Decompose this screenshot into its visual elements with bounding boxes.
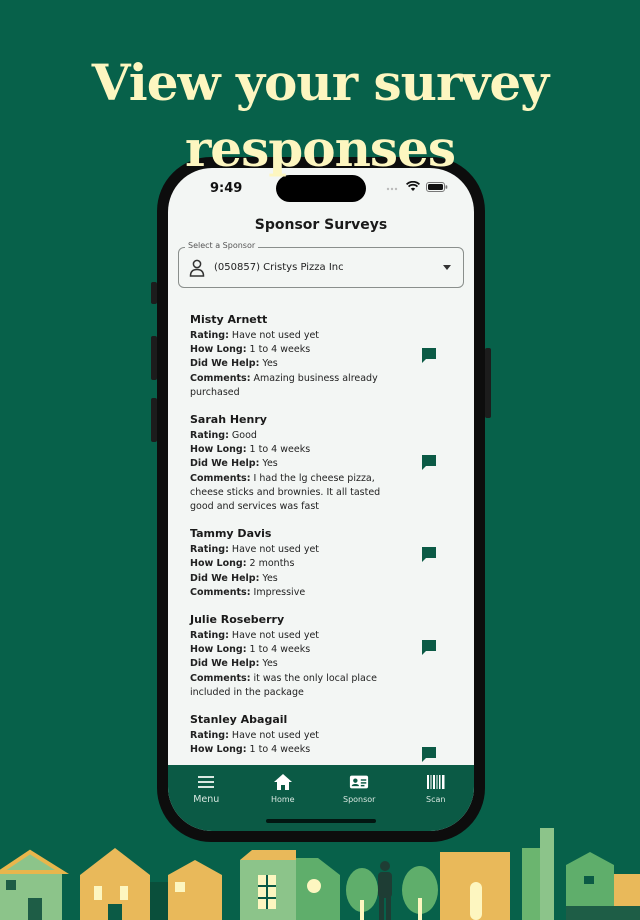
how-long-line: How Long: 1 to 4 weeks xyxy=(190,743,390,757)
how-long-value: 1 to 4 weeks xyxy=(249,444,311,456)
comments-label: Comments: xyxy=(190,586,251,598)
sponsor-select[interactable]: Select a Sponsor (050857) Cristys Pizza … xyxy=(178,241,464,288)
comment-icon[interactable] xyxy=(420,638,438,656)
survey-response: Misty Arnett Rating: Have not used yet H… xyxy=(168,312,474,400)
did-we-help-line: Did We Help: Yes xyxy=(190,457,390,471)
how-long-value: 1 to 4 weeks xyxy=(249,744,311,756)
sponsor-select-value: (050857) Cristys Pizza Inc xyxy=(214,262,344,273)
how-long-line: How Long: 1 to 4 weeks xyxy=(190,643,390,657)
did-we-help-line: Did We Help: Yes xyxy=(190,657,390,671)
nav-scan-label: Scan xyxy=(426,795,446,804)
rating-line: Rating: Good xyxy=(190,429,390,443)
did-we-help-line: Did We Help: Yes xyxy=(190,572,390,586)
page-title: Sponsor Surveys xyxy=(254,217,388,233)
rating-label: Rating: xyxy=(190,630,229,642)
phone-frame: 9:49 Sponsor Surveys Select a Sponsor (0… xyxy=(157,157,485,842)
survey-response: Julie Roseberry Rating: Have not used ye… xyxy=(168,612,474,700)
rating-value: Have not used yet xyxy=(231,330,320,341)
rating-value: Good xyxy=(231,430,257,442)
nav-home-label: Home xyxy=(270,795,295,804)
chevron-down-icon xyxy=(443,265,451,270)
survey-response-list: Misty Arnett Rating: Have not used yet H… xyxy=(168,312,474,766)
comments-label: Comments: xyxy=(190,672,251,684)
respondent-name: Tammy Davis xyxy=(190,527,272,541)
rating-label: Rating: xyxy=(190,730,229,742)
headline-line-2: responses xyxy=(184,119,456,178)
how-long-value: 2 months xyxy=(249,558,295,570)
home-icon xyxy=(273,772,293,792)
how-long-value: 1 to 4 weeks xyxy=(249,644,311,656)
did-we-help-value: Yes xyxy=(262,358,278,370)
how-long-label: How Long: xyxy=(190,444,247,456)
did-we-help-label: Did We Help: xyxy=(190,458,260,470)
how-long-value: 1 to 4 weeks xyxy=(249,344,311,356)
comments-label: Comments: xyxy=(190,472,251,484)
nav-sponsor-label: Sponsor xyxy=(343,795,376,804)
rating-label: Rating: xyxy=(190,544,229,556)
how-long-line: How Long: 1 to 4 weeks xyxy=(190,443,390,457)
comments-line: Comments: Impressive xyxy=(190,586,390,600)
rating-line: Rating: Have not used yet xyxy=(190,329,390,343)
rating-label: Rating: xyxy=(190,330,229,341)
comment-icon[interactable] xyxy=(420,545,438,563)
did-we-help-line: Did We Help: Yes xyxy=(190,357,390,371)
did-we-help-label: Did We Help: xyxy=(190,358,260,370)
wifi-icon xyxy=(406,181,420,191)
barcode-icon xyxy=(426,772,446,792)
did-we-help-label: Did We Help: xyxy=(190,658,260,670)
sponsor-select-label: Select a Sponsor xyxy=(185,241,259,250)
respondent-name: Sarah Henry xyxy=(190,413,267,427)
battery-icon xyxy=(426,181,448,192)
promo-headline: View your survey responses xyxy=(0,50,640,182)
headline-line-1: View your survey xyxy=(91,53,549,112)
nav-menu-label: Menu xyxy=(193,794,220,805)
did-we-help-value: Yes xyxy=(262,572,278,584)
how-long-line: How Long: 1 to 4 weeks xyxy=(190,343,390,357)
rating-value: Have not used yet xyxy=(231,630,320,642)
id-card-icon xyxy=(349,772,369,792)
did-we-help-value: Yes xyxy=(262,458,278,470)
cellular-icon xyxy=(386,187,398,190)
how-long-label: How Long: xyxy=(190,344,247,356)
survey-response: Sarah Henry Rating: Good How Long: 1 to … xyxy=(168,412,474,514)
comments-line: Comments: I had the lg cheese pizza, che… xyxy=(190,472,390,515)
comment-icon[interactable] xyxy=(420,745,438,763)
how-long-label: How Long: xyxy=(190,744,247,756)
comments-line: Comments: it was the only local place in… xyxy=(190,672,390,700)
menu-icon xyxy=(196,772,216,792)
did-we-help-label: Did We Help: xyxy=(190,572,260,584)
comment-icon[interactable] xyxy=(420,453,438,471)
status-time: 9:49 xyxy=(210,181,243,196)
did-we-help-value: Yes xyxy=(262,658,278,670)
how-long-line: How Long: 2 months xyxy=(190,557,390,571)
comment-icon[interactable] xyxy=(420,346,438,364)
comments-line: Comments: Amazing business already purch… xyxy=(190,372,390,400)
survey-response: Stanley Abagail Rating: Have not used ye… xyxy=(168,712,474,763)
person-icon xyxy=(189,259,205,277)
respondent-name: Stanley Abagail xyxy=(190,713,288,727)
rating-line: Rating: Have not used yet xyxy=(190,629,390,643)
rating-label: Rating: xyxy=(190,430,229,442)
rating-value: Have not used yet xyxy=(231,730,320,742)
how-long-label: How Long: xyxy=(190,644,247,656)
town-skyline-illustration xyxy=(0,828,640,920)
rating-line: Rating: Have not used yet xyxy=(190,543,390,557)
how-long-label: How Long: xyxy=(190,558,247,570)
rating-line: Rating: Have not used yet xyxy=(190,729,390,743)
respondent-name: Misty Arnett xyxy=(190,313,268,326)
rating-value: Have not used yet xyxy=(231,544,320,556)
respondent-name: Julie Roseberry xyxy=(190,613,285,627)
phone-power-button xyxy=(485,348,491,418)
phone-screen: 9:49 Sponsor Surveys Select a Sponsor (0… xyxy=(168,168,474,831)
comments-label: Comments: xyxy=(190,372,251,384)
survey-response: Tammy Davis Rating: Have not used yet Ho… xyxy=(168,526,474,600)
status-icons xyxy=(386,181,448,192)
comments-value: Impressive xyxy=(253,586,306,598)
